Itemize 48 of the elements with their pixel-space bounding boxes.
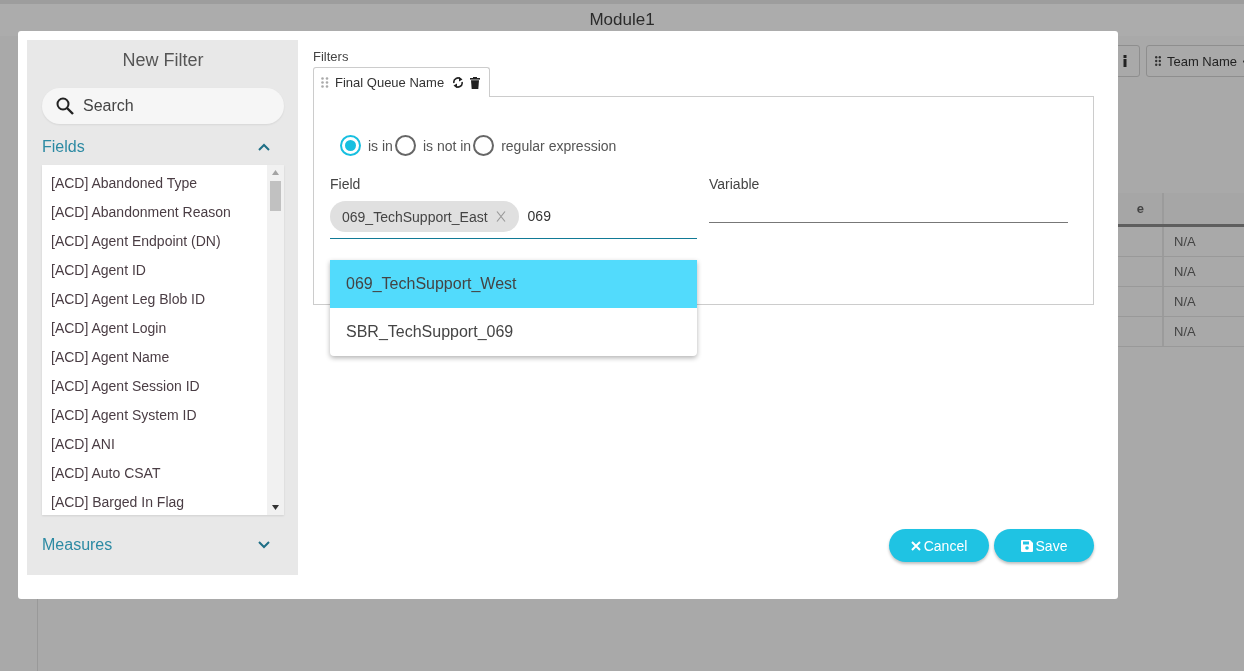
field-list-item[interactable]: [ACD] Barged In Flag bbox=[42, 488, 267, 517]
value-chip[interactable]: 069_TechSupport_East bbox=[330, 201, 519, 232]
suggestion-option[interactable]: 069_TechSupport_West bbox=[330, 260, 697, 308]
page-title: Module1 bbox=[589, 10, 655, 30]
scrollbar-thumb[interactable] bbox=[270, 181, 281, 211]
radio-button[interactable] bbox=[473, 135, 495, 156]
search-icon bbox=[56, 97, 74, 115]
radio-label[interactable]: is not in bbox=[422, 137, 472, 154]
field-list-item[interactable]: [ACD] Agent System ID bbox=[42, 401, 267, 430]
variable-label: Variable bbox=[709, 176, 761, 192]
trash-icon[interactable] bbox=[470, 76, 481, 89]
suggestion-option[interactable]: SBR_TechSupport_069 bbox=[330, 308, 697, 356]
drag-handle-icon bbox=[1154, 56, 1161, 66]
field-list-item[interactable]: [ACD] Agent Login bbox=[42, 314, 267, 343]
field-list-item[interactable]: [ACD] Agent Leg Blob ID bbox=[42, 285, 267, 314]
tab-label[interactable]: Final Queue Name bbox=[335, 75, 445, 90]
radio-button[interactable] bbox=[340, 135, 361, 156]
field-list-item[interactable]: [ACD] Agent Name bbox=[42, 343, 267, 372]
field-list-item[interactable]: [ACD] Agent Session ID bbox=[42, 372, 267, 401]
table-cell-text: N/A bbox=[1173, 293, 1197, 311]
radio-button[interactable] bbox=[394, 135, 416, 156]
scroll-down-icon[interactable] bbox=[272, 505, 279, 510]
radio-label[interactable]: is in bbox=[368, 137, 393, 154]
table-cell-text: N/A bbox=[1173, 233, 1197, 251]
field-input[interactable]: 069_TechSupport_East 069 bbox=[330, 201, 697, 239]
search-field[interactable]: Search bbox=[42, 88, 284, 124]
chevron-icon[interactable] bbox=[258, 143, 270, 151]
field-list-item[interactable]: [ACD] Auto CSAT bbox=[42, 459, 267, 488]
chevron-icon[interactable] bbox=[258, 541, 270, 549]
radio-label[interactable]: regular expression bbox=[501, 137, 617, 154]
field-list-item[interactable]: [ACD] ANI bbox=[42, 430, 267, 459]
field-list-item[interactable]: [ACD] Abandoned Type bbox=[42, 169, 267, 198]
filter-tab[interactable]: Final Queue Name bbox=[313, 67, 491, 97]
field-list-item[interactable]: [ACD] Agent ID bbox=[42, 256, 267, 285]
dialog-title: New Filter bbox=[121, 50, 205, 71]
table-cell-text: N/A bbox=[1173, 323, 1197, 341]
drag-handle-icon[interactable] bbox=[321, 77, 329, 88]
field-list-item[interactable]: [ACD] Agent Endpoint (DN) bbox=[42, 227, 267, 256]
close-icon bbox=[910, 540, 921, 551]
table-cell-text: N/A bbox=[1173, 263, 1197, 281]
scrollbar[interactable] bbox=[267, 165, 284, 515]
field-list-item[interactable]: [ACD] Abandonment Reason bbox=[42, 198, 267, 227]
column-chip[interactable]: Team Name bbox=[1145, 45, 1244, 77]
info-icon bbox=[1122, 55, 1127, 67]
typed-value: 069 bbox=[527, 207, 551, 226]
filters-label: Filters bbox=[313, 49, 350, 64]
field-label: Field bbox=[330, 176, 362, 192]
refresh-icon[interactable] bbox=[452, 76, 465, 89]
